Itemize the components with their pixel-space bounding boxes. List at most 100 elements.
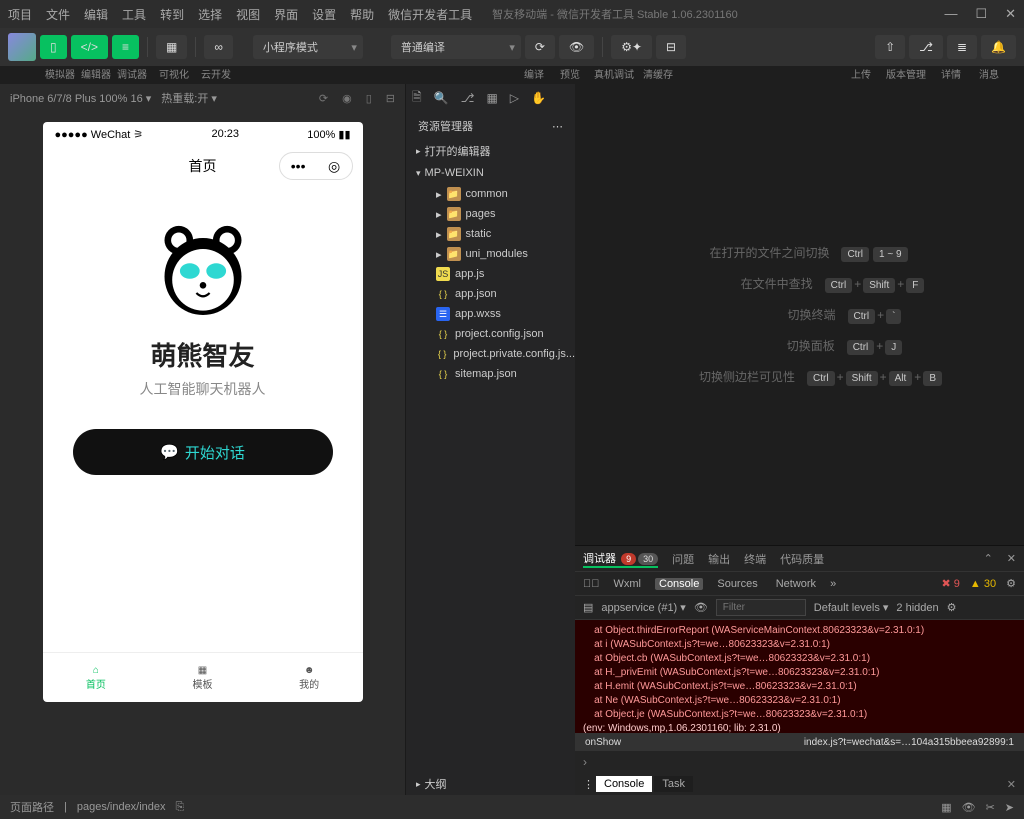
- status-arrow-icon[interactable]: ➤: [1005, 801, 1014, 814]
- tab-quality[interactable]: 代码质量: [780, 551, 824, 567]
- menu-help[interactable]: 帮助: [350, 6, 374, 23]
- maximize-button[interactable]: ☐: [975, 6, 987, 22]
- file-app-json[interactable]: { }app.json: [406, 284, 575, 304]
- subtab-wxml[interactable]: Wxml: [610, 578, 646, 590]
- console-output[interactable]: at Object.thirdErrorReport (WAServiceMai…: [575, 620, 1024, 733]
- console-settings-icon[interactable]: ⚙: [947, 601, 957, 614]
- more-tabs-icon[interactable]: »: [830, 578, 836, 590]
- drawer-tab-task[interactable]: Task: [654, 776, 693, 792]
- remote-debug-button[interactable]: ⚙✦: [611, 35, 652, 59]
- clear-cache-button[interactable]: ⊟: [656, 35, 686, 59]
- tab-output[interactable]: 输出: [708, 551, 730, 567]
- compile-dropdown[interactable]: 普通编译: [391, 35, 521, 59]
- menu-project[interactable]: 项目: [8, 6, 32, 23]
- version-button[interactable]: ⎇: [909, 35, 943, 59]
- sim-refresh-icon[interactable]: ⟳: [319, 92, 328, 105]
- status-chip-icon[interactable]: ▦: [941, 801, 951, 814]
- console-prompt[interactable]: ›: [575, 751, 1024, 773]
- drawer-menu-icon[interactable]: ⋮: [583, 778, 594, 791]
- menu-goto[interactable]: 转到: [160, 6, 184, 23]
- tab-problems[interactable]: 问题: [672, 551, 694, 567]
- simulator-toggle[interactable]: ▯: [40, 35, 67, 59]
- status-cut-icon[interactable]: ✂: [986, 801, 995, 814]
- outline-section[interactable]: 大纲: [406, 773, 575, 795]
- search-icon[interactable]: 🔍: [434, 91, 449, 105]
- menu-file[interactable]: 文件: [46, 6, 70, 23]
- file-project-config[interactable]: { }project.config.json: [406, 324, 575, 344]
- open-editors-section[interactable]: 打开的编辑器: [406, 140, 575, 162]
- devtools-collapse-icon[interactable]: ⌃: [984, 552, 993, 565]
- message-button[interactable]: 🔔: [981, 35, 1016, 59]
- tab-home[interactable]: ⌂首页: [43, 653, 150, 702]
- copy-path-icon[interactable]: ⎘: [176, 801, 185, 814]
- sim-device-icon[interactable]: ▯: [366, 92, 372, 105]
- devtools-close-icon[interactable]: ✕: [1007, 552, 1016, 565]
- debugger-toggle[interactable]: ≡: [112, 35, 139, 59]
- subtab-network[interactable]: Network: [772, 578, 820, 590]
- device-selector[interactable]: iPhone 6/7/8 Plus 100% 16 ▾: [10, 92, 151, 105]
- folder-pages[interactable]: ▸ 📁pages: [406, 204, 575, 224]
- menu-tools[interactable]: 工具: [122, 6, 146, 23]
- file-project-private[interactable]: { }project.private.config.js...: [406, 344, 575, 364]
- debug-icon[interactable]: ▷: [510, 91, 519, 105]
- live-expression-icon[interactable]: 👁: [694, 601, 708, 614]
- user-avatar[interactable]: [8, 33, 36, 61]
- subtab-console[interactable]: Console: [655, 578, 703, 590]
- hidden-label[interactable]: 2 hidden: [896, 602, 938, 614]
- preview-button[interactable]: 👁: [559, 35, 594, 59]
- source-control-icon[interactable]: ⎇: [461, 91, 475, 105]
- tab-mine[interactable]: ☻我的: [256, 653, 363, 702]
- menu-settings[interactable]: 设置: [312, 6, 336, 23]
- extensions-icon[interactable]: ▦: [486, 91, 497, 105]
- visual-toggle[interactable]: ▦: [156, 35, 187, 59]
- menu-view[interactable]: 视图: [236, 6, 260, 23]
- menu-interface[interactable]: 界面: [274, 6, 298, 23]
- editor-toggle[interactable]: </>: [71, 35, 108, 59]
- context-selector[interactable]: appservice (#1) ▾: [601, 601, 685, 614]
- console-entry[interactable]: onShow index.js?t=wechat&s=…104a315bbeea…: [575, 733, 1024, 751]
- details-button[interactable]: ≣: [947, 35, 977, 59]
- upload-button[interactable]: ⇧: [875, 35, 905, 59]
- mode-dropdown[interactable]: 小程序模式: [253, 35, 363, 59]
- file-app-js[interactable]: JSapp.js: [406, 264, 575, 284]
- label-preview: 预览: [554, 66, 586, 84]
- file-sitemap[interactable]: { }sitemap.json: [406, 364, 575, 384]
- tab-debugger[interactable]: 调试器 930: [583, 550, 658, 568]
- minimize-button[interactable]: —: [944, 6, 957, 22]
- subtab-sources[interactable]: Sources: [713, 578, 761, 590]
- filter-input[interactable]: [716, 599, 806, 616]
- drawer-close-icon[interactable]: ✕: [1007, 778, 1016, 791]
- menu-devtools[interactable]: 微信开发者工具: [388, 6, 472, 23]
- cloud-toggle[interactable]: ∞: [204, 35, 233, 59]
- compile-button[interactable]: ⟳: [525, 35, 555, 59]
- hand-icon[interactable]: ✋: [531, 91, 546, 105]
- explorer-icon[interactable]: 🗎: [412, 88, 422, 109]
- tab-terminal[interactable]: 终端: [744, 551, 766, 567]
- folder-uni-modules[interactable]: ▸ 📁uni_modules: [406, 244, 575, 264]
- explorer-more-icon[interactable]: ⋯: [552, 120, 563, 133]
- inspect-icon[interactable]: �⃞: [583, 578, 600, 590]
- mini-capsule[interactable]: ••• ◎: [279, 152, 353, 180]
- project-root[interactable]: MP-WEIXIN: [406, 162, 575, 184]
- status-eye-icon[interactable]: 👁: [962, 801, 976, 814]
- levels-dropdown[interactable]: Default levels ▾: [814, 601, 889, 614]
- hot-reload-toggle[interactable]: 热重载:开 ▾: [161, 90, 217, 106]
- drawer-tab-console[interactable]: Console: [596, 776, 652, 792]
- sidebar-toggle-icon[interactable]: ▤: [583, 601, 593, 614]
- start-chat-button[interactable]: 💬 开始对话: [73, 429, 333, 475]
- folder-static[interactable]: ▸ 📁static: [406, 224, 575, 244]
- page-path[interactable]: pages/index/index: [77, 801, 166, 813]
- explorer-header: 资源管理器⋯: [406, 112, 575, 140]
- capsule-close-icon[interactable]: ◎: [328, 158, 340, 175]
- close-button[interactable]: ✕: [1005, 6, 1016, 22]
- sim-record-icon[interactable]: ◉: [342, 92, 352, 105]
- menu-select[interactable]: 选择: [198, 6, 222, 23]
- folder-common[interactable]: ▸ 📁common: [406, 184, 575, 204]
- menu-edit[interactable]: 编辑: [84, 6, 108, 23]
- tab-template[interactable]: ▦模板: [149, 653, 256, 702]
- source-link[interactable]: index.js?t=wechat&s=…104a315bbeea92899:1: [804, 737, 1014, 748]
- sim-more-icon[interactable]: ⊟: [386, 92, 395, 105]
- capsule-menu-icon[interactable]: •••: [291, 158, 306, 174]
- settings-icon[interactable]: ⚙: [1006, 577, 1016, 590]
- file-app-wxss[interactable]: ☰app.wxss: [406, 304, 575, 324]
